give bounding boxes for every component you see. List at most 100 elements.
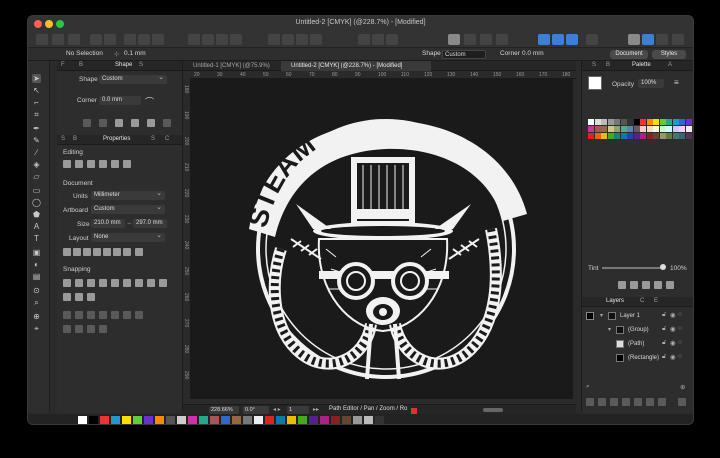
- pen-tool-icon[interactable]: ✒: [32, 124, 41, 133]
- designer-icon[interactable]: [104, 34, 116, 45]
- color-swatch[interactable]: [614, 119, 620, 125]
- fill-tool-icon[interactable]: ◈: [32, 160, 41, 169]
- edit-color-icon[interactable]: [618, 281, 626, 289]
- shape-dropdown[interactable]: Custom: [442, 50, 486, 59]
- node-tool-icon[interactable]: [538, 34, 550, 45]
- bottom-color-swatch[interactable]: [122, 416, 131, 424]
- document-button[interactable]: Document: [610, 50, 648, 59]
- color-swatch[interactable]: [646, 119, 653, 125]
- layer-trash-icon[interactable]: [658, 398, 666, 406]
- bottom-color-swatch[interactable]: [309, 416, 318, 424]
- color-swatch[interactable]: [614, 126, 620, 132]
- page-next-icon[interactable]: ▸▸: [313, 406, 319, 413]
- add-swatch-icon[interactable]: [630, 281, 638, 289]
- fill-swatch[interactable]: [588, 76, 602, 90]
- snap-node-2-icon[interactable]: [75, 311, 83, 319]
- layer-row-layer1[interactable]: ▾ Layer 1: [600, 311, 640, 321]
- doc-settings-icon[interactable]: [135, 248, 143, 256]
- snapping-icon[interactable]: [448, 34, 460, 45]
- doc-action-3-icon[interactable]: [83, 248, 91, 256]
- bottom-color-swatch[interactable]: [254, 416, 263, 424]
- rotate-left-icon[interactable]: [296, 34, 308, 45]
- zoom-in-icon[interactable]: ⊕: [680, 383, 685, 391]
- snap-node-11-icon[interactable]: [99, 325, 107, 333]
- color-swatch[interactable]: [679, 133, 685, 139]
- image-icon[interactable]: [115, 119, 123, 127]
- gear-icon[interactable]: [147, 119, 155, 127]
- color-swatch[interactable]: [614, 133, 620, 139]
- flip-v-icon[interactable]: [282, 34, 294, 45]
- snap-node-5-icon[interactable]: [111, 311, 119, 319]
- insert-behind-icon[interactable]: [372, 34, 384, 45]
- tab-s[interactable]: S: [139, 62, 143, 68]
- color-swatch[interactable]: [620, 126, 627, 132]
- flip-h-icon[interactable]: [268, 34, 280, 45]
- select-circle-icon[interactable]: ○: [678, 353, 682, 360]
- snap-5-icon[interactable]: [111, 279, 119, 287]
- pen-tool-icon[interactable]: [552, 34, 564, 45]
- redo-icon[interactable]: [52, 34, 64, 45]
- expand-icon[interactable]: ▾: [600, 313, 603, 319]
- color-swatch[interactable]: [633, 126, 640, 132]
- tab-layers[interactable]: Layers: [606, 298, 624, 304]
- convert-icon[interactable]: [83, 119, 91, 127]
- swatch-options-icon[interactable]: [666, 281, 674, 289]
- eraser-tool-icon[interactable]: ▱: [32, 172, 41, 181]
- color-swatch[interactable]: [685, 133, 692, 139]
- corner-tool-icon[interactable]: ⌐: [32, 98, 41, 107]
- layer-adjust-icon[interactable]: [622, 398, 630, 406]
- bottom-color-swatch[interactable]: [265, 416, 274, 424]
- layer-duplicate-icon[interactable]: [646, 398, 654, 406]
- delete-swatch-icon[interactable]: [642, 281, 650, 289]
- bottom-color-swatch[interactable]: [353, 416, 362, 424]
- bottom-color-swatch[interactable]: [221, 416, 230, 424]
- studio-icon[interactable]: [642, 34, 654, 45]
- visibility-icon[interactable]: ◉: [670, 339, 676, 347]
- tab-s2[interactable]: S: [61, 136, 65, 142]
- link-icon[interactable]: ⇔: [126, 220, 133, 227]
- subtract-icon[interactable]: [202, 34, 214, 45]
- outline-icon[interactable]: [496, 34, 508, 45]
- export-icon[interactable]: [672, 34, 684, 45]
- color-swatch[interactable]: [685, 119, 692, 125]
- snap-settings-icon[interactable]: [464, 34, 476, 45]
- color-swatch[interactable]: [633, 133, 640, 139]
- redo-edit-icon[interactable]: [123, 160, 131, 168]
- rectangle-tool-icon[interactable]: ▭: [32, 186, 41, 195]
- color-picker-icon[interactable]: ⊙: [32, 286, 41, 295]
- lock-icon[interactable]: 🔓︎: [662, 311, 666, 319]
- undo-edit-icon[interactable]: [111, 160, 119, 168]
- bottom-color-swatch[interactable]: [155, 416, 164, 424]
- tab-palette[interactable]: Palette: [632, 62, 651, 68]
- tab-b[interactable]: B: [79, 62, 83, 68]
- color-swatch[interactable]: [672, 126, 679, 132]
- snap-2-icon[interactable]: [75, 279, 83, 287]
- rotation-field[interactable]: 0.0°: [243, 406, 269, 414]
- tab-c[interactable]: C: [165, 136, 169, 142]
- snap-node-9-icon[interactable]: [75, 325, 83, 333]
- frame-text-tool-icon[interactable]: T: [32, 234, 41, 243]
- color-swatch[interactable]: [640, 126, 646, 132]
- layer-fx-icon[interactable]: [634, 398, 642, 406]
- snap-1-icon[interactable]: [63, 279, 71, 287]
- eyedropper-tool-icon[interactable]: ⌕: [32, 298, 41, 307]
- visibility-icon[interactable]: ◉: [670, 353, 676, 361]
- color-swatch[interactable]: [659, 133, 666, 139]
- color-swatch[interactable]: [627, 133, 633, 139]
- visibility-icon[interactable]: ◉: [670, 311, 676, 319]
- tab-s3[interactable]: S: [151, 136, 155, 142]
- pencil-tool-icon[interactable]: ✎: [32, 136, 41, 145]
- tab-shape[interactable]: Shape: [115, 62, 132, 68]
- color-swatch[interactable]: [607, 119, 614, 125]
- view-tool-icon[interactable]: ⌖: [32, 324, 41, 333]
- color-swatch[interactable]: [601, 133, 607, 139]
- layer-name[interactable]: Layer 1: [620, 311, 640, 321]
- bottom-color-swatch[interactable]: [144, 416, 153, 424]
- color-swatch[interactable]: [607, 126, 614, 132]
- shape-dropdown[interactable]: Custom: [99, 75, 167, 84]
- color-swatch[interactable]: [588, 119, 594, 125]
- snap-9-icon[interactable]: [159, 279, 167, 287]
- opacity-field[interactable]: 100%: [638, 79, 664, 88]
- color-swatch[interactable]: [685, 126, 692, 132]
- edit-icon-4[interactable]: [99, 160, 107, 168]
